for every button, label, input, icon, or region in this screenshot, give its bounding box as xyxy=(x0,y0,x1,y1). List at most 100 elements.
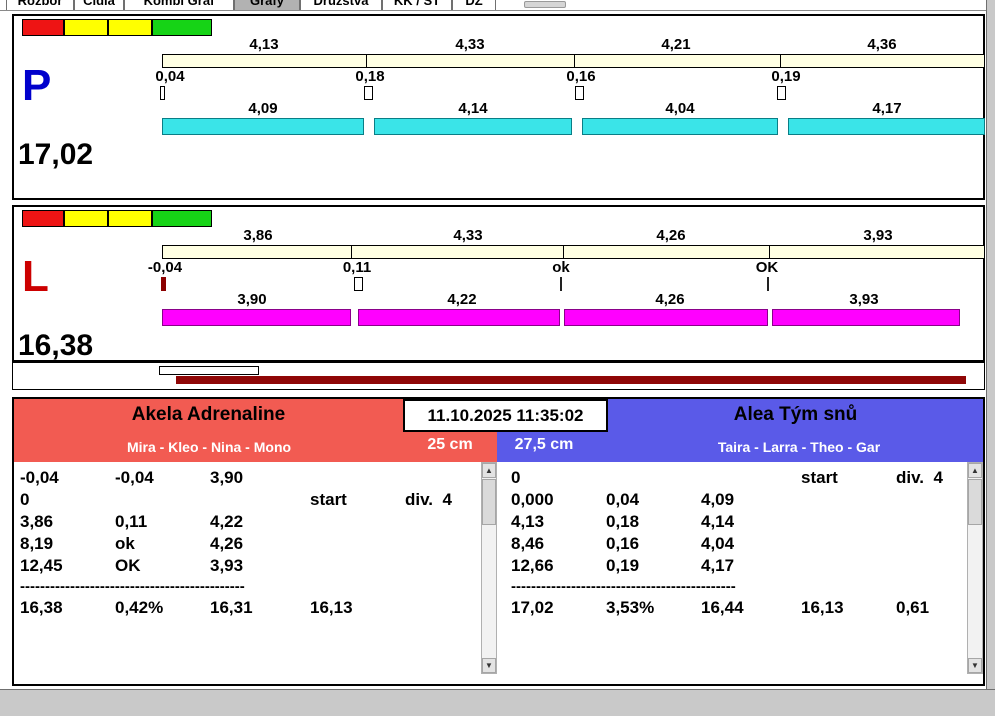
scrollbar-thumb[interactable] xyxy=(968,479,982,525)
table-row: 12,66 0,19 4,17 xyxy=(505,556,967,578)
tab-dz-label: DZ xyxy=(465,0,483,8)
change-marker xyxy=(364,86,373,100)
lane-p-split-bottom-3: 4,04 xyxy=(665,100,695,117)
table-cell: div. 4 xyxy=(896,468,943,487)
tab-kk-st[interactable]: KK / ST xyxy=(382,0,452,10)
lane-p-total-time: 17,02 xyxy=(18,138,94,171)
tab-rozbor[interactable]: Rozbor xyxy=(6,0,74,10)
table-cell: -0,04 xyxy=(20,468,59,487)
table-cell: 0,16 xyxy=(606,534,640,553)
lane-l-split-top-3: 4,26 xyxy=(656,227,686,244)
table-summary-row: 17,02 3,53% 16,44 16,13 0,61 xyxy=(505,598,967,620)
lane-p-change-3: 0,16 xyxy=(566,68,596,85)
tab-cidla[interactable]: Čidla xyxy=(74,0,124,10)
table-cell: 0,19 xyxy=(606,556,640,575)
change-marker xyxy=(161,277,166,291)
lane-l-status-light-2 xyxy=(64,210,108,227)
table-row: 8,19 ok 4,26 xyxy=(14,534,481,556)
lane-l-letter: L xyxy=(22,252,49,301)
tab-cidla-label: Čidla xyxy=(83,0,115,8)
table-cell: 0,18 xyxy=(606,512,640,531)
table-cell: 4,17 xyxy=(701,556,735,575)
lane-p-change-2: 0,18 xyxy=(355,68,385,85)
tab-rozbor-label: Rozbor xyxy=(17,0,63,8)
table-cell: 4,13 xyxy=(511,512,545,531)
table-cell: 12,45 xyxy=(20,556,63,575)
lane-l-change-1: -0,04 xyxy=(147,259,183,276)
table-row: 0 start div. 4 xyxy=(505,468,967,490)
table-cell: 0,11 xyxy=(115,512,148,531)
change-marker xyxy=(560,277,562,291)
lane-p-split-bottom-2: 4,14 xyxy=(458,100,488,117)
tab-bar: Rozbor Čidla Kombi Graf Grafy Družstva K… xyxy=(0,0,986,11)
table-cell: 17,02 xyxy=(511,598,554,617)
right-table-scrollbar[interactable]: ▲ ▼ xyxy=(967,462,983,674)
table-cell: 4,26 xyxy=(210,534,244,553)
table-cell: 8,46 xyxy=(511,534,545,553)
lane-l-panel: 3,86 4,33 4,26 3,93 -0,04 0,11 ok OK 3,9… xyxy=(12,205,985,362)
table-cell: -0,04 xyxy=(115,468,154,487)
scrollbar-thumb[interactable] xyxy=(482,479,496,525)
timeline-strip xyxy=(12,362,985,390)
run-timestamp: 11.10.2025 11:35:02 xyxy=(403,399,608,432)
results-panel: 11.10.2025 11:35:02 Akela Adrenaline Ale… xyxy=(12,397,985,686)
change-marker xyxy=(160,86,165,100)
table-cell: start xyxy=(801,468,838,487)
scroll-down-icon[interactable]: ▼ xyxy=(968,658,982,673)
table-cell: ok xyxy=(115,534,135,553)
table-cell: 12,66 xyxy=(511,556,554,575)
change-marker xyxy=(767,277,769,291)
table-cell: OK xyxy=(115,556,141,575)
left-team-name: Akela Adrenaline xyxy=(131,404,286,425)
lane-p-split-bar-1 xyxy=(162,118,364,135)
timeline-progress-bar xyxy=(176,376,966,384)
tab-dz[interactable]: DZ xyxy=(452,0,496,10)
scroll-up-icon[interactable]: ▲ xyxy=(968,463,982,478)
table-row: 0 start div. 4 xyxy=(14,490,481,512)
table-cell: 0 xyxy=(511,468,521,487)
table-cell: 16,38 xyxy=(20,598,63,617)
lane-p-split-top-4: 4,36 xyxy=(867,36,897,53)
change-marker xyxy=(777,86,786,100)
table-cell: 3,90 xyxy=(210,468,244,487)
segment-tick xyxy=(574,55,575,67)
scroll-down-icon[interactable]: ▼ xyxy=(482,658,496,673)
left-table-scrollbar[interactable]: ▲ ▼ xyxy=(481,462,497,674)
table-cell: 3,93 xyxy=(210,556,244,575)
lane-l-status-light-3 xyxy=(108,210,152,227)
window-border-right xyxy=(986,0,995,690)
tab-kombi-graf[interactable]: Kombi Graf xyxy=(124,0,234,10)
tab-grafy[interactable]: Grafy xyxy=(234,0,300,10)
lane-p-status-light-4 xyxy=(152,19,212,36)
lane-l-split-bottom-3: 4,26 xyxy=(655,291,685,308)
table-cell: 4,04 xyxy=(701,534,735,553)
lane-p-status-light-3 xyxy=(108,19,152,36)
table-row: 0,000 0,04 4,09 xyxy=(505,490,967,512)
lane-l-segment-bar xyxy=(162,245,985,259)
table-cell: 4,14 xyxy=(701,512,735,531)
lane-p-split-top-1: 4,13 xyxy=(249,36,279,53)
scroll-up-icon[interactable]: ▲ xyxy=(482,463,496,478)
table-separator: ----------------------------------------… xyxy=(505,578,967,598)
left-team-dogs: Mira - Kleo - Nina - Mono xyxy=(126,439,292,455)
table-cell: 4,22 xyxy=(210,512,244,531)
tab-scrollbar-thumb[interactable] xyxy=(524,1,566,8)
lane-l-change-4: OK xyxy=(755,259,779,276)
table-cell: 0 xyxy=(20,490,30,509)
tab-druzstva[interactable]: Družstva xyxy=(300,0,382,10)
table-row: -0,04 -0,04 3,90 xyxy=(14,468,481,490)
lane-l-split-bottom-4: 3,93 xyxy=(849,291,879,308)
table-cell: 4,09 xyxy=(701,490,735,509)
lane-l-total-time: 16,38 xyxy=(18,329,94,362)
lane-l-split-bar-3 xyxy=(564,309,768,326)
lane-l-split-top-1: 3,86 xyxy=(243,227,273,244)
lane-l-split-top-4: 3,93 xyxy=(863,227,893,244)
lane-p-change-1: 0,04 xyxy=(155,68,185,85)
tab-druzstva-label: Družstva xyxy=(313,0,369,8)
lane-p-split-bar-2 xyxy=(374,118,572,135)
separator-dashes: ----------------------------------------… xyxy=(20,578,245,595)
table-cell: 0,000 xyxy=(511,490,554,509)
lane-p-panel: 4,13 4,33 4,21 4,36 0,04 0,18 0,16 0,19 … xyxy=(12,14,985,200)
window-border-bottom xyxy=(0,689,995,716)
lane-l-status-light-4 xyxy=(152,210,212,227)
